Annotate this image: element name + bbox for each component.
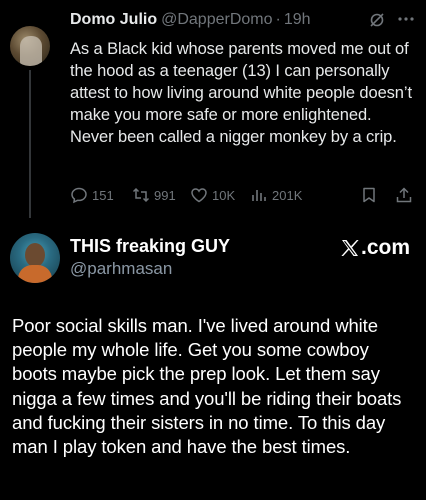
tweet-body-text: As a Black kid whose parents moved me ou… <box>70 40 412 146</box>
bookmark-icon <box>363 187 375 203</box>
more-dots-icon[interactable] <box>397 10 415 28</box>
tweet-header: Domo Julio @DapperDomo · 19h <box>70 8 420 32</box>
author-avatar[interactable] <box>10 26 50 66</box>
heart-icon <box>191 188 207 203</box>
grok-icon[interactable] <box>369 12 385 28</box>
retweet-arrows-icon <box>132 187 150 203</box>
bar-chart-icon <box>252 190 266 201</box>
separator-dot: · <box>275 11 281 28</box>
reply-count: 151 <box>92 187 114 203</box>
views-button[interactable]: 201K <box>250 184 302 206</box>
tweet[interactable]: Domo Julio @DapperDomo · 19h As a Black … <box>0 0 426 220</box>
quoted-author-handle: @parhmasan <box>70 259 173 278</box>
quoted-post-text: Poor social skills man. I've lived aroun… <box>12 315 402 458</box>
x-com-watermark: .com <box>340 236 410 260</box>
retweet-count: 991 <box>154 187 176 203</box>
like-button[interactable]: 10K <box>190 184 235 206</box>
quoted-author-name: THIS freaking GUY <box>70 236 231 256</box>
share-button[interactable] <box>395 184 417 206</box>
bookmark-button[interactable] <box>360 184 382 206</box>
author-handle[interactable]: @DapperDomo <box>161 11 272 29</box>
x-logo-icon <box>341 240 359 256</box>
tweet-timestamp[interactable]: 19h <box>284 11 311 29</box>
quoted-post-image: THIS freaking GUY @parhmasan .com Poor s… <box>0 218 426 500</box>
like-count: 10K <box>212 187 236 203</box>
tweet-action-bar: 151 991 10K 201K <box>70 184 420 206</box>
thread-connector-line <box>29 70 31 220</box>
share-upload-icon <box>396 187 412 203</box>
views-count: 201K <box>272 187 303 203</box>
reply-button[interactable]: 151 <box>70 184 114 206</box>
quoted-author-avatar <box>10 233 60 283</box>
x-com-text: .com <box>361 236 411 259</box>
reply-bubble-icon <box>71 187 87 204</box>
author-name[interactable]: Domo Julio <box>70 11 157 29</box>
retweet-button[interactable]: 991 <box>132 184 176 206</box>
